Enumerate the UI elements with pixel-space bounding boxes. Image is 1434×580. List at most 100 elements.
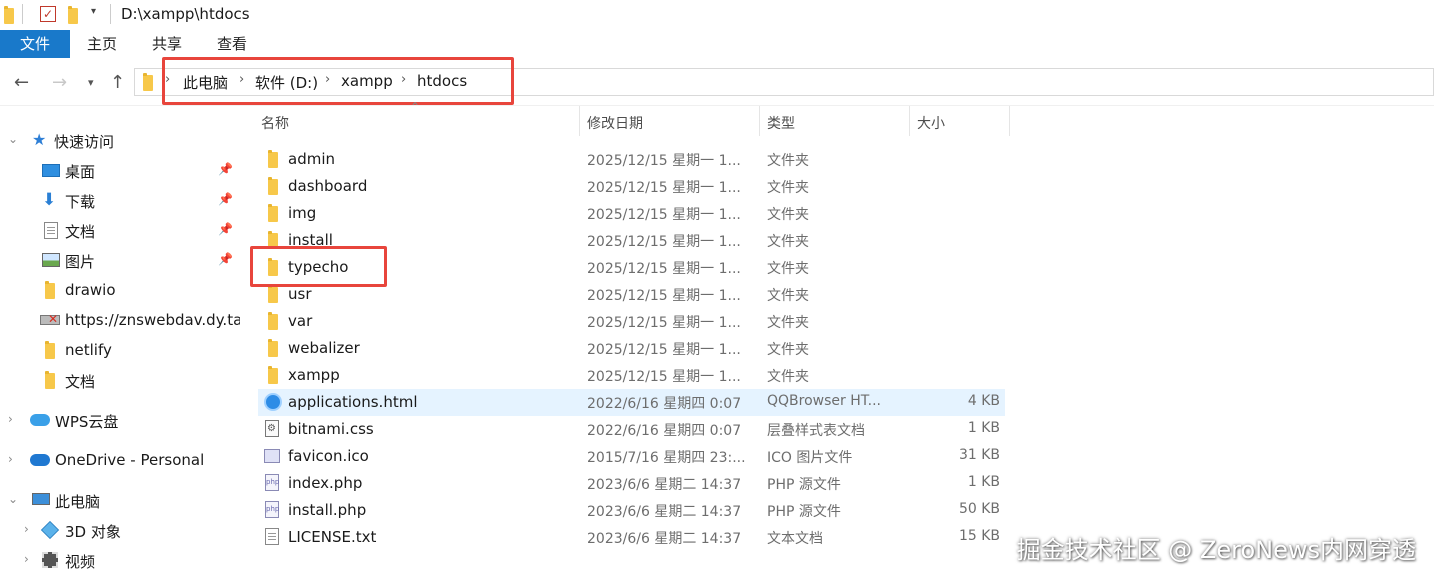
breadcrumb-htdocs[interactable]: htdocs: [417, 72, 467, 90]
column-size[interactable]: 大小: [917, 113, 945, 133]
divider: [22, 4, 23, 24]
tab-view[interactable]: 查看: [210, 30, 254, 58]
breadcrumb-separator-icon[interactable]: ›: [165, 72, 170, 87]
tab-share[interactable]: 共享: [145, 30, 189, 58]
collapse-chevron-icon[interactable]: ⌄: [8, 132, 18, 146]
file-type: PHP 源文件: [767, 504, 841, 520]
sidebar-item-quick-access[interactable]: ⌄ ★ 快速访问: [0, 126, 240, 156]
sidebar-item-videos[interactable]: › 视频: [0, 546, 240, 576]
file-row[interactable]: LICENSE.txt 2023/6/6 星期二 14:37 文本文档 15 K…: [258, 524, 1005, 551]
file-type: 文件夹: [767, 234, 809, 250]
properties-check-icon[interactable]: ✓: [40, 6, 56, 22]
file-row[interactable]: xampp 2025/12/15 星期一 1... 文件夹: [258, 362, 1005, 389]
file-name: bitnami.css: [288, 420, 374, 438]
sidebar-item-onedrive[interactable]: › OneDrive - Personal: [0, 446, 240, 476]
file-date: 2023/6/6 星期二 14:37: [587, 531, 742, 547]
file-date: 2025/12/15 星期一 1...: [587, 342, 741, 358]
tab-home[interactable]: 主页: [80, 30, 124, 58]
file-name: favicon.ico: [288, 447, 369, 465]
file-row[interactable]: usr 2025/12/15 星期一 1... 文件夹: [258, 281, 1005, 308]
video-icon: [42, 552, 58, 568]
tab-file[interactable]: 文件: [0, 30, 70, 58]
file-name: typecho: [288, 258, 349, 276]
file-row[interactable]: favicon.ico 2015/7/16 星期四 23:... ICO 图片文…: [258, 443, 1005, 470]
file-row[interactable]: php index.php 2023/6/6 星期二 14:37 PHP 源文件…: [258, 470, 1005, 497]
file-row[interactable]: img 2025/12/15 星期一 1... 文件夹: [258, 200, 1005, 227]
document-icon: [44, 222, 58, 239]
breadcrumb-separator-icon[interactable]: ›: [325, 72, 330, 87]
sidebar-item-label: drawio: [65, 281, 116, 299]
sort-indicator-icon: ⌃: [410, 100, 421, 114]
file-row[interactable]: webalizer 2025/12/15 星期一 1... 文件夹: [258, 335, 1005, 362]
expand-chevron-icon[interactable]: ›: [24, 552, 29, 566]
file-row-selected[interactable]: applications.html 2022/6/16 星期四 0:07 QQB…: [258, 389, 1005, 416]
window-title: D:\xampp\htdocs: [121, 5, 250, 23]
up-arrow-icon[interactable]: ↑: [110, 72, 125, 93]
file-name: index.php: [288, 474, 363, 492]
file-date: 2022/6/16 星期四 0:07: [587, 396, 742, 412]
sidebar-item-webdav[interactable]: ✕ https://znswebdav.dy.ta: [0, 306, 240, 336]
back-arrow-icon[interactable]: ←: [14, 72, 29, 93]
column-divider[interactable]: [1009, 106, 1010, 136]
file-row[interactable]: php install.php 2023/6/6 星期二 14:37 PHP 源…: [258, 497, 1005, 524]
file-row[interactable]: typecho 2025/12/15 星期一 1... 文件夹: [258, 254, 1005, 281]
file-name: xampp: [288, 366, 340, 384]
file-row[interactable]: install 2025/12/15 星期一 1... 文件夹: [258, 227, 1005, 254]
breadcrumb-xampp[interactable]: xampp: [341, 72, 393, 90]
expand-chevron-icon[interactable]: ›: [24, 522, 29, 536]
column-type[interactable]: 类型: [767, 113, 795, 133]
file-name: webalizer: [288, 339, 360, 357]
customize-toolbar-chevron-icon[interactable]: ▾: [91, 6, 96, 17]
computer-icon: [32, 493, 50, 505]
sidebar-item-3d-objects[interactable]: › 3D 对象: [0, 516, 240, 546]
file-row[interactable]: var 2025/12/15 星期一 1... 文件夹: [258, 308, 1005, 335]
column-divider[interactable]: [759, 106, 760, 136]
file-name: dashboard: [288, 177, 368, 195]
column-date-modified[interactable]: 修改日期: [587, 113, 643, 133]
sidebar-item-pictures[interactable]: 图片 📌: [0, 246, 240, 276]
sidebar-item-documents[interactable]: 文档 📌: [0, 216, 240, 246]
sidebar-item-netlify[interactable]: netlify: [0, 336, 240, 366]
pin-icon[interactable]: 📌: [218, 192, 233, 206]
column-divider[interactable]: [909, 106, 910, 136]
star-icon: ★: [32, 130, 47, 149]
file-row[interactable]: bitnami.css 2022/6/16 星期四 0:07 层叠样式表文档 1…: [258, 416, 1005, 443]
breadcrumb-separator-icon[interactable]: ›: [401, 72, 406, 87]
file-type: 文件夹: [767, 153, 809, 169]
file-row[interactable]: admin 2025/12/15 星期一 1... 文件夹: [258, 146, 1005, 173]
breadcrumb-this-pc[interactable]: 此电脑: [183, 72, 228, 93]
file-date: 2022/6/16 星期四 0:07: [587, 423, 742, 439]
sidebar-item-desktop[interactable]: 桌面 📌: [0, 156, 240, 186]
sidebar-item-drawio[interactable]: drawio: [0, 276, 240, 306]
recent-locations-chevron-icon[interactable]: ▾: [88, 76, 94, 89]
css-file-icon: [265, 420, 279, 437]
sidebar-item-downloads[interactable]: ⬇ 下载 📌: [0, 186, 240, 216]
ico-file-icon: [264, 449, 280, 463]
pin-icon[interactable]: 📌: [218, 222, 233, 236]
collapse-chevron-icon[interactable]: ⌄: [8, 492, 18, 506]
sidebar-item-wps-cloud[interactable]: › WPS云盘: [0, 406, 240, 436]
divider: [110, 4, 111, 24]
file-row[interactable]: dashboard 2025/12/15 星期一 1... 文件夹: [258, 173, 1005, 200]
breadcrumb-separator-icon[interactable]: ›: [239, 72, 244, 87]
address-bar[interactable]: › 此电脑 › 软件 (D:) › xampp › htdocs: [134, 68, 1434, 96]
qqbrowser-icon: [264, 393, 282, 411]
sidebar-item-documents-folder[interactable]: 文档: [0, 366, 240, 396]
column-name[interactable]: 名称: [261, 113, 289, 133]
disconnected-x-icon: ✕: [48, 312, 59, 326]
expand-chevron-icon[interactable]: ›: [8, 452, 13, 466]
new-folder-icon[interactable]: [68, 6, 78, 24]
folder-icon: [45, 281, 55, 299]
breadcrumb-drive-d[interactable]: 软件 (D:): [255, 72, 318, 93]
expand-chevron-icon[interactable]: ›: [8, 412, 13, 426]
file-date: 2025/12/15 星期一 1...: [587, 180, 741, 196]
pin-icon[interactable]: 📌: [218, 162, 233, 176]
navigation-bar: ← → ▾ ↑ › 此电脑 › 软件 (D:) › xampp › htdocs: [0, 58, 1434, 106]
forward-arrow-icon[interactable]: →: [52, 72, 67, 93]
file-date: 2015/7/16 星期四 23:...: [587, 450, 746, 466]
pin-icon[interactable]: 📌: [218, 252, 233, 266]
column-divider[interactable]: [579, 106, 580, 136]
sidebar-item-this-pc[interactable]: ⌄ 此电脑: [0, 486, 240, 516]
sidebar-item-label: 图片: [65, 253, 96, 271]
sidebar-item-label: 文档: [65, 223, 96, 241]
